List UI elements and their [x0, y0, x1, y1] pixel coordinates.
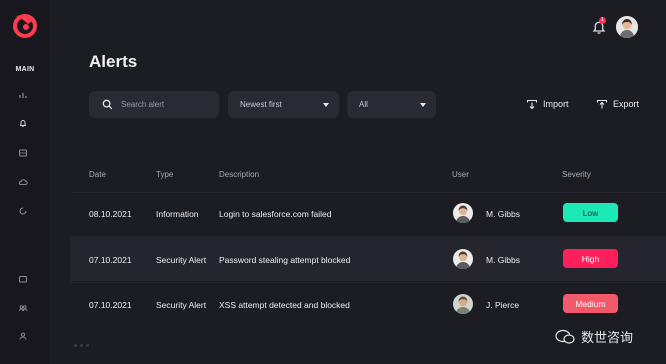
import-button[interactable]: Import: [526, 98, 569, 110]
row-type: Information: [156, 209, 199, 219]
avatar: [453, 203, 473, 223]
export-label: Export: [613, 99, 640, 109]
avatar: [453, 249, 473, 269]
column-header-description[interactable]: Description: [219, 170, 259, 179]
column-header-date[interactable]: Date: [89, 170, 106, 179]
row-description: Password stealing attempt blocked: [219, 255, 351, 265]
severity-badge-medium: Medium: [563, 294, 618, 313]
export-button[interactable]: Export: [596, 98, 639, 110]
watermark: 数世咨询: [555, 327, 633, 346]
import-icon: [526, 99, 538, 110]
filter-dropdown[interactable]: All: [347, 91, 436, 118]
search-input[interactable]: [121, 100, 211, 109]
sidebar-section-label: MAIN: [15, 66, 35, 73]
watermark-text: 数世咨询: [581, 330, 634, 345]
import-label: Import: [543, 99, 569, 109]
chat-bubble-icon: [555, 329, 575, 344]
row-description: Login to salesforce.com failed: [219, 209, 332, 219]
folder-icon[interactable]: [17, 273, 29, 285]
more-dots: [74, 344, 89, 347]
severity-badge-high: High: [563, 249, 618, 268]
export-icon: [596, 99, 608, 109]
user-icon[interactable]: [17, 330, 29, 342]
row-date: 08.10.2021: [89, 209, 132, 219]
brand-logo-icon[interactable]: [10, 10, 40, 40]
column-header-user[interactable]: User: [452, 170, 469, 179]
sort-dropdown-value: Newest first: [240, 100, 282, 109]
refresh-icon[interactable]: [17, 205, 29, 217]
row-type: Security Alert: [156, 255, 207, 265]
sidebar: MAIN: [0, 0, 50, 364]
column-header-type[interactable]: Type: [156, 170, 173, 179]
chevron-down-icon: [323, 102, 329, 107]
row-user: M. Gibbs: [486, 255, 521, 265]
users-icon[interactable]: [17, 302, 29, 314]
avatar: [453, 294, 473, 314]
sort-dropdown[interactable]: Newest first: [228, 91, 339, 118]
cloud-icon[interactable]: [17, 176, 29, 188]
row-date: 07.10.2021: [89, 300, 132, 310]
search-icon: [102, 99, 113, 110]
page-title: Alerts: [89, 52, 138, 71]
filter-dropdown-value: All: [359, 100, 368, 109]
row-description: XSS attempt detected and blocked: [219, 300, 350, 310]
bell-icon[interactable]: [17, 117, 29, 129]
chart-icon[interactable]: [17, 89, 29, 101]
row-date: 07.10.2021: [89, 255, 132, 265]
current-user-avatar[interactable]: [616, 16, 638, 38]
row-user: M. Gibbs: [486, 209, 521, 219]
search-box[interactable]: [89, 91, 219, 118]
column-header-severity[interactable]: Severity: [562, 170, 591, 179]
notification-badge: 1: [599, 17, 606, 24]
grid-icon[interactable]: [17, 147, 29, 159]
row-type: Security Alert: [156, 300, 207, 310]
chevron-down-icon: [420, 102, 426, 107]
severity-badge-low: Low: [563, 203, 618, 222]
row-user: J. Pierce: [486, 300, 520, 310]
